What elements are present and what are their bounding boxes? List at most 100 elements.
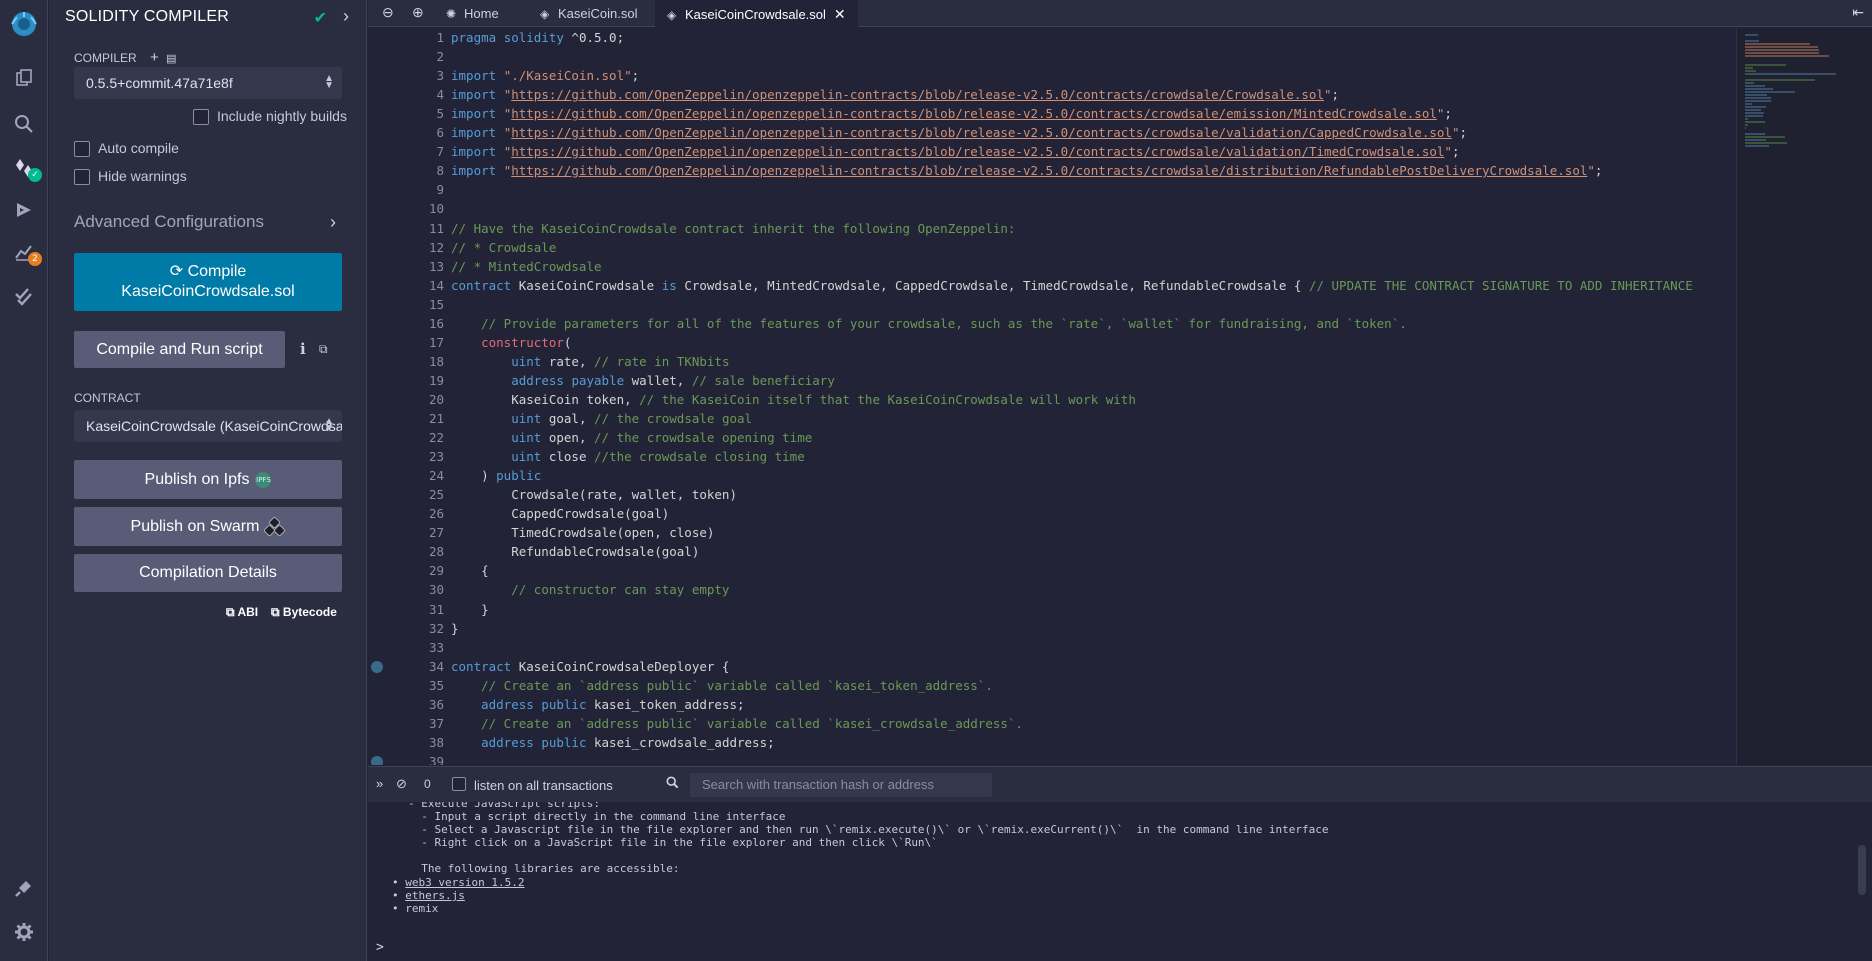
line-number[interactable]: 7 xyxy=(384,142,444,161)
publish-ipfs-button[interactable]: Publish on Ipfs IPFS xyxy=(74,460,342,499)
file-explorer-icon[interactable] xyxy=(0,58,48,98)
line-number[interactable]: 39 xyxy=(384,752,444,765)
line-number[interactable]: 37 xyxy=(384,714,444,733)
line-number[interactable]: 31 xyxy=(384,600,444,619)
copy-icon[interactable]: ⧉ xyxy=(319,342,328,357)
line-number[interactable]: 3 xyxy=(384,66,444,85)
code-line[interactable]: // constructor can stay empty xyxy=(451,580,729,599)
copy-abi-button[interactable]: ⧉ ABI xyxy=(226,605,258,620)
compile-and-run-button[interactable]: Compile and Run script xyxy=(74,331,285,368)
line-number[interactable]: 34 xyxy=(384,657,444,676)
terminal-scrollbar[interactable] xyxy=(1858,845,1866,895)
line-number[interactable]: 27 xyxy=(384,523,444,542)
line-number[interactable]: 1 xyxy=(384,28,444,47)
line-number[interactable]: 9 xyxy=(384,180,444,199)
auto-compile-checkbox[interactable] xyxy=(74,141,90,157)
code-line[interactable]: } xyxy=(451,619,459,638)
code-line[interactable]: // * Crowdsale xyxy=(451,238,556,257)
code-line[interactable]: CappedCrowdsale(goal) xyxy=(451,504,669,523)
line-number[interactable]: 20 xyxy=(384,390,444,409)
publish-swarm-button[interactable]: Publish on Swarm xyxy=(74,507,342,546)
collapse-panel-icon[interactable]: ⇤ xyxy=(1852,4,1864,21)
listen-all-checkbox[interactable] xyxy=(452,777,466,791)
line-number[interactable]: 30 xyxy=(384,580,444,599)
code-editor[interactable]: 1 2 3 4 5 6 7 8 9 10 11 12 13 14 15 16 17 18 19 20 21 22 23 24 2… xyxy=(368,28,1872,765)
line-number[interactable]: 4 xyxy=(384,85,444,104)
code-line[interactable]: import "https://github.com/OpenZeppelin/… xyxy=(451,85,1339,104)
code-line[interactable]: address payable wallet, // sale benefici… xyxy=(451,371,835,390)
testing-icon[interactable] xyxy=(0,276,48,316)
line-number[interactable]: 13 xyxy=(384,257,444,276)
settings-icon[interactable] xyxy=(0,912,48,952)
line-number[interactable]: 17 xyxy=(384,333,444,352)
line-number[interactable]: 11 xyxy=(384,219,444,238)
contract-select[interactable]: KaseiCoinCrowdsale (KaseiCoinCrowdsale.s… xyxy=(74,410,342,442)
line-number[interactable]: 2 xyxy=(384,47,444,66)
copy-bytecode-button[interactable]: ⧉ Bytecode xyxy=(271,605,337,620)
solidity-compiler-icon[interactable]: ✓ xyxy=(0,148,48,188)
code-line[interactable]: Crowdsale(rate, wallet, token) xyxy=(451,485,737,504)
zoom-in-icon[interactable]: ⊕ xyxy=(412,4,424,21)
code-line[interactable]: address public kasei_crowdsale_address; xyxy=(451,733,775,752)
remix-logo-icon[interactable] xyxy=(0,2,48,46)
code-line[interactable]: contract KaseiCoinCrowdsaleDeployer { xyxy=(451,657,729,676)
plugin-manager-icon[interactable] xyxy=(0,868,48,908)
code-line[interactable]: // Have the KaseiCoinCrowdsale contract … xyxy=(451,219,1015,238)
line-number[interactable]: 33 xyxy=(384,638,444,657)
zoom-out-icon[interactable]: ⊖ xyxy=(382,4,394,21)
deploy-run-icon[interactable] xyxy=(0,190,48,230)
code-line[interactable]: // * MintedCrowdsale xyxy=(451,257,602,276)
code-line[interactable]: import "https://github.com/OpenZeppelin/… xyxy=(451,104,1452,123)
code-line[interactable]: contract KaseiCoinCrowdsale is Crowdsale… xyxy=(451,276,1693,295)
breakpoint-marker[interactable] xyxy=(371,755,383,765)
code-line[interactable]: uint rate, // rate in TKNbits xyxy=(451,352,729,371)
line-number[interactable]: 21 xyxy=(384,409,444,428)
code-line[interactable]: // Provide parameters for all of the fea… xyxy=(451,314,1407,333)
info-icon[interactable]: i xyxy=(300,340,306,358)
web3-link[interactable]: web3 version 1.5.2 xyxy=(405,876,524,889)
code-line[interactable]: // Create an `address public` variable c… xyxy=(451,676,993,695)
line-number[interactable]: 26 xyxy=(384,504,444,523)
code-line[interactable]: pragma solidity ^0.5.0; xyxy=(451,28,624,47)
compilation-details-button[interactable]: Compilation Details xyxy=(74,554,342,592)
code-line[interactable]: uint goal, // the crowdsale goal xyxy=(451,409,752,428)
chevron-right-icon[interactable]: › xyxy=(330,212,336,233)
code-line[interactable]: { xyxy=(451,561,489,580)
compile-button[interactable]: ⟳ Compile KaseiCoinCrowdsale.sol xyxy=(74,253,342,311)
line-number[interactable]: 35 xyxy=(384,676,444,695)
code-line[interactable]: KaseiCoin token, // the KaseiCoin itself… xyxy=(451,390,1136,409)
tab-home[interactable]: ✺ Home xyxy=(434,0,511,27)
code-line[interactable]: uint open, // the crowdsale opening time xyxy=(451,428,812,447)
code-area[interactable]: pragma solidity ^0.5.0; import "./KaseiCo… xyxy=(451,28,1741,765)
terminal-output[interactable]: - Execute JavaScript scripts: - Input a … xyxy=(368,802,1872,961)
clear-console-icon[interactable]: ⊘ xyxy=(396,776,407,792)
line-number[interactable]: 16 xyxy=(384,314,444,333)
code-line[interactable]: RefundableCrowdsale(goal) xyxy=(451,542,699,561)
tab-kaseicoin[interactable]: ◈ KaseiCoin.sol xyxy=(528,0,650,27)
tx-search-input[interactable]: Search with transaction hash or address xyxy=(690,773,992,797)
code-line[interactable]: } xyxy=(451,600,489,619)
line-number[interactable]: 24 xyxy=(384,466,444,485)
code-line[interactable]: import "https://github.com/OpenZeppelin/… xyxy=(451,142,1459,161)
add-compiler-icon[interactable]: + xyxy=(150,49,159,66)
code-line[interactable]: import "./KaseiCoin.sol"; xyxy=(451,66,639,85)
file-icon[interactable]: ▤ xyxy=(166,53,176,65)
line-number[interactable]: 19 xyxy=(384,371,444,390)
code-line[interactable]: import "https://github.com/OpenZeppelin/… xyxy=(451,161,1602,180)
line-number[interactable]: 15 xyxy=(384,295,444,314)
analysis-icon[interactable]: 2 xyxy=(0,232,48,272)
line-number[interactable]: 32 xyxy=(384,619,444,638)
breakpoint-marker[interactable] xyxy=(371,660,383,673)
line-number[interactable]: 6 xyxy=(384,123,444,142)
line-number[interactable]: 5 xyxy=(384,104,444,123)
tab-kaseicoincrowdsale[interactable]: ◈ KaseiCoinCrowdsale.sol ✕ xyxy=(655,0,858,27)
hide-warnings-checkbox[interactable] xyxy=(74,169,90,185)
terminal-prompt[interactable]: > xyxy=(376,940,384,955)
code-line[interactable]: // Create an `address public` variable c… xyxy=(451,714,1023,733)
line-number[interactable]: 22 xyxy=(384,428,444,447)
code-line[interactable]: constructor( xyxy=(451,333,571,352)
line-number[interactable]: 18 xyxy=(384,352,444,371)
line-number[interactable]: 23 xyxy=(384,447,444,466)
chevron-right-icon[interactable]: › xyxy=(343,6,349,27)
collapse-terminal-icon[interactable]: » xyxy=(376,776,383,791)
